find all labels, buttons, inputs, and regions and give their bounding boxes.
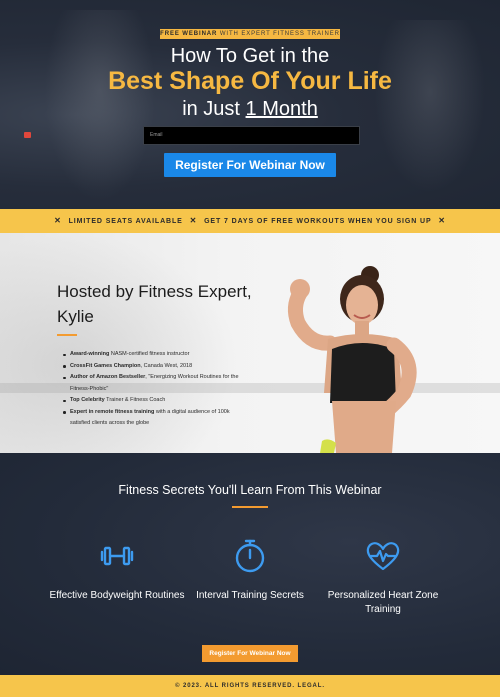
cta-register-button[interactable]: Register For Webinar Now — [202, 645, 298, 662]
bullet-bold: Expert in remote fitness training — [70, 408, 155, 415]
host-title-underline — [57, 334, 77, 336]
stopwatch-icon — [235, 539, 265, 573]
hero-title-underlined: 1 Month — [245, 98, 318, 120]
list-item: Author of Amazon Bestseller, "Energizing… — [62, 372, 242, 395]
list-item: CrossFit Games Champion, Canada West, 20… — [62, 361, 242, 373]
badge-bold-text: FREE WEBINAR — [160, 31, 218, 37]
features-section: Fitness Secrets You'll Learn From This W… — [0, 453, 500, 675]
strip-item-free-workouts: GET 7 DAYS OF FREE WORKOUTS WHEN YOU SIG… — [204, 218, 432, 225]
strip-item-limited-seats: LIMITED SEATS AVAILABLE — [68, 218, 183, 225]
host-section: Hosted by Fitness Expert, Kylie Award-wi… — [0, 233, 500, 453]
hero-section: FREE WEBINAR WITH EXPERT FITNESS TRAINER… — [0, 0, 500, 209]
heart-pulse-icon — [366, 542, 400, 571]
bullet-bold: Top Celebrity — [70, 397, 105, 403]
list-item: Award-winning NASM-certified fitness ins… — [62, 349, 242, 361]
close-icon: ✕ — [54, 216, 62, 225]
badge-rest-text: WITH EXPERT FITNESS TRAINER — [219, 31, 340, 37]
features-title-underline — [232, 506, 268, 508]
side-tag-icon[interactable] — [24, 132, 31, 138]
announcement-strip: ✕ LIMITED SEATS AVAILABLE ✕ GET 7 DAYS O… — [0, 209, 500, 233]
feature-label-bodyweight: Effective Bodyweight Routines — [49, 590, 185, 601]
dumbbell-icon — [100, 546, 134, 566]
hero-title-line3: in Just 1 Month — [0, 97, 500, 121]
bullet-bold: Author of Amazon Bestseller — [70, 374, 146, 380]
bullet-bold: CrossFit Games Champion — [70, 362, 141, 369]
list-item: Top Celebrity Trainer & Fitness Coach — [62, 395, 242, 407]
bullet-text: NASM-certified fitness instructor — [109, 351, 190, 357]
hero-title-line1: How To Get in the — [170, 45, 330, 67]
close-icon: ✕ — [438, 216, 446, 225]
footer-text[interactable]: © 2023. ALL RIGHTS RESERVED. LEGAL. — [175, 683, 325, 689]
footer: © 2023. ALL RIGHTS RESERVED. LEGAL. — [0, 675, 500, 697]
bullet-bold: Award-winning — [70, 351, 110, 357]
register-button[interactable]: Register For Webinar Now — [164, 153, 336, 177]
hero-title-line3-prefix: in Just — [182, 98, 246, 120]
host-title: Hosted by Fitness Expert, Kylie — [57, 282, 252, 326]
email-input[interactable]: Email — [143, 126, 360, 145]
features-title: Fitness Secrets You'll Learn From This W… — [118, 483, 382, 497]
list-item: Expert in remote fitness training with a… — [62, 407, 242, 430]
webinar-badge: FREE WEBINAR WITH EXPERT FITNESS TRAINER — [160, 29, 340, 39]
bullet-text: Trainer & Fitness Coach — [104, 397, 166, 403]
feature-label-interval: Interval Training Secrets — [196, 590, 304, 601]
bullet-text: , Canada West, 2018 — [140, 362, 193, 369]
host-credentials-list: Award-winning NASM-certified fitness ins… — [62, 349, 242, 430]
feature-label-heart-zone: Personalized Heart Zone Training — [327, 590, 439, 615]
close-icon: ✕ — [189, 216, 198, 225]
trainer-photo — [287, 266, 417, 453]
hero-title-line2: Best Shape Of Your Life — [108, 67, 392, 95]
